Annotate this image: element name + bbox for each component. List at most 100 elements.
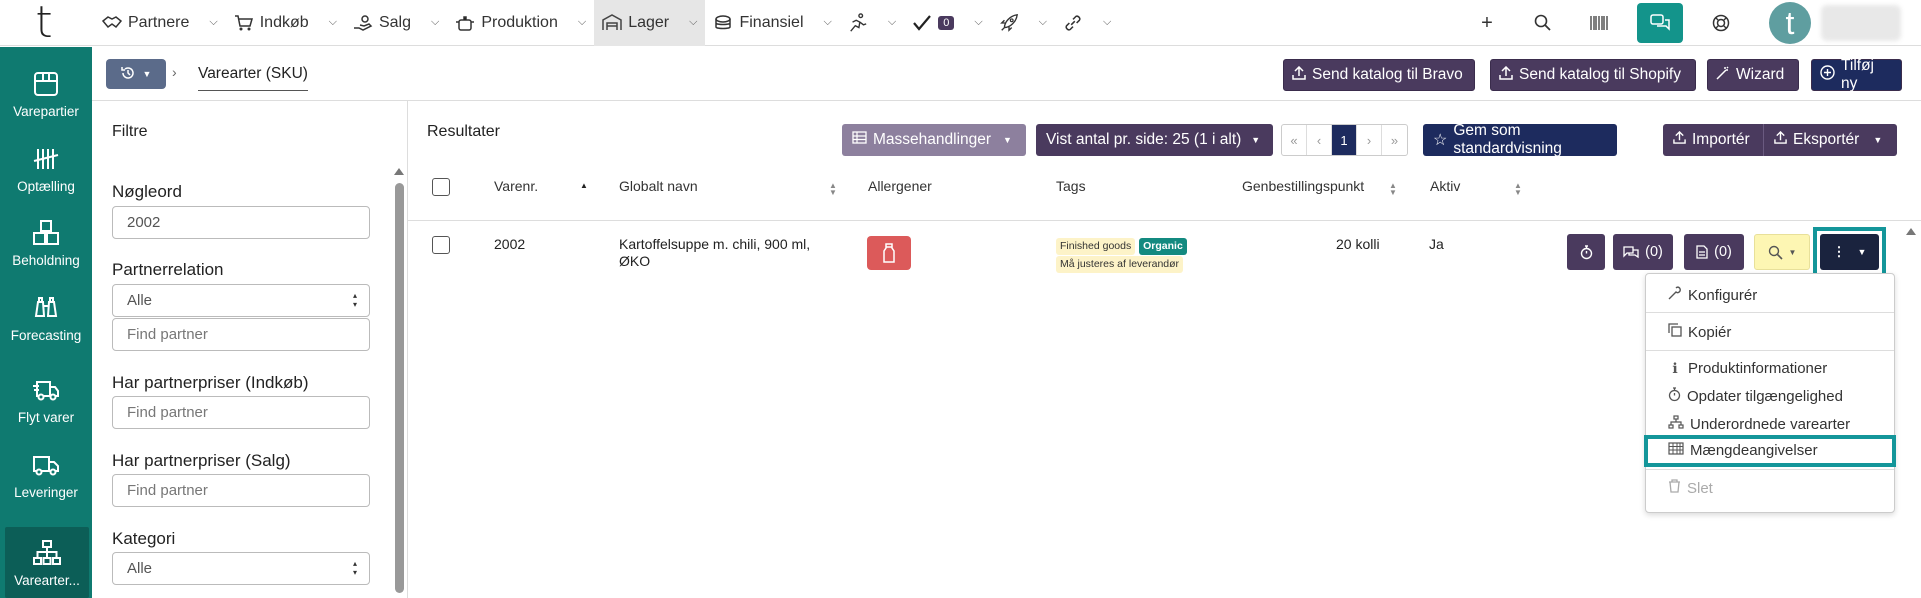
pager-prev[interactable]: ‹ bbox=[1307, 125, 1332, 155]
nav-finansiel[interactable]: Finansiel ⌵ bbox=[705, 0, 839, 46]
bulk-actions-button[interactable]: Massehandlinger ▼ bbox=[842, 124, 1026, 156]
pager-next[interactable]: › bbox=[1357, 125, 1382, 155]
lookup-button[interactable]: ▼ bbox=[1754, 234, 1810, 270]
add-icon[interactable]: + bbox=[1459, 0, 1515, 46]
sort-icon[interactable]: ▲ ▼ bbox=[1389, 182, 1397, 197]
per-page-dropdown[interactable]: Vist antal pr. side: 25 (1 i alt) ▼ bbox=[1036, 124, 1273, 156]
nav-partnere[interactable]: Partnere ⌵ bbox=[88, 0, 226, 46]
documents-button[interactable]: (0) bbox=[1684, 234, 1744, 270]
add-new-button[interactable]: Tilføj ny bbox=[1811, 57, 1902, 92]
row-name-line2: ØKO bbox=[619, 253, 651, 269]
app-logo[interactable]: t bbox=[0, 0, 88, 46]
menu-item-delete[interactable]: Slet bbox=[1668, 479, 1713, 497]
upload-icon bbox=[1292, 65, 1306, 85]
user-name[interactable] bbox=[1821, 5, 1901, 41]
barcode-icon[interactable] bbox=[1571, 0, 1627, 46]
milk-bottle-icon bbox=[883, 243, 895, 263]
purchase-prices-find-input[interactable]: Find partner bbox=[112, 396, 370, 429]
pager-first[interactable]: « bbox=[1282, 125, 1307, 155]
chevron-down-icon[interactable]: ⌵ bbox=[209, 16, 217, 29]
wizard-button[interactable]: Wizard bbox=[1707, 59, 1799, 91]
send-catalog-bravo-button[interactable]: Send katalog til Bravo bbox=[1283, 59, 1475, 91]
history-button[interactable]: ▼ bbox=[106, 59, 166, 89]
nav-salg[interactable]: Salg ⌵ bbox=[345, 0, 447, 46]
send-catalog-shopify-button[interactable]: Send katalog til Shopify bbox=[1490, 59, 1696, 91]
caret-down-icon: ▼ bbox=[142, 69, 152, 79]
availability-button[interactable] bbox=[1567, 234, 1605, 270]
column-header-active[interactable]: Aktiv bbox=[1430, 178, 1460, 194]
sort-icon[interactable]: ▲ ▼ bbox=[1514, 182, 1522, 197]
nav-links[interactable]: ⌵ bbox=[1055, 0, 1119, 46]
scroll-up-arrow-icon[interactable] bbox=[394, 168, 404, 175]
nav-tasks[interactable]: 0 ⌵ bbox=[904, 0, 990, 46]
sitemap-icon bbox=[1668, 415, 1684, 433]
pager-last[interactable]: » bbox=[1382, 125, 1407, 155]
tally-icon bbox=[33, 149, 59, 169]
chevron-down-icon[interactable]: ⌵ bbox=[824, 16, 832, 29]
comments-button[interactable]: (0) bbox=[1613, 234, 1673, 270]
menu-divider bbox=[1646, 350, 1894, 351]
sidebar-item-label: Varepartier bbox=[13, 104, 79, 119]
row-checkbox[interactable] bbox=[432, 236, 450, 254]
import-button[interactable]: Importér bbox=[1663, 124, 1764, 156]
category-select[interactable]: Alle bbox=[112, 552, 370, 585]
caret-down-icon: ▼ bbox=[1251, 135, 1261, 145]
sidebar-item-label: Leveringer bbox=[14, 485, 78, 500]
select-all-checkbox[interactable] bbox=[432, 178, 450, 196]
sidebar-item-varearter[interactable]: Varearter... bbox=[5, 527, 89, 598]
menu-divider bbox=[1646, 469, 1894, 470]
search-icon[interactable] bbox=[1515, 0, 1571, 46]
menu-item-sub-sku[interactable]: Underordnede varearter bbox=[1668, 415, 1850, 433]
sales-prices-find-input[interactable]: Find partner bbox=[112, 474, 370, 507]
sort-icon[interactable]: ▲ ▼ bbox=[829, 182, 837, 197]
chevron-down-icon[interactable]: ⌵ bbox=[1039, 16, 1047, 29]
avatar[interactable]: t bbox=[1769, 2, 1811, 44]
sidebar-item-forecasting[interactable]: Forecasting bbox=[0, 294, 92, 343]
column-header-varenr[interactable]: Varenr. bbox=[494, 178, 538, 194]
scroll-up-arrow-icon[interactable] bbox=[1906, 228, 1916, 235]
partner-relation-select[interactable]: Alle bbox=[112, 284, 370, 317]
stopwatch-icon bbox=[1668, 387, 1681, 406]
export-button[interactable]: Eksportér ▼ bbox=[1764, 124, 1897, 156]
nav-indkob[interactable]: Indkøb ⌵ bbox=[226, 0, 345, 46]
sitemap-icon bbox=[33, 540, 61, 565]
nav-launch[interactable]: ⌵ bbox=[991, 0, 1055, 46]
column-header-reorder[interactable]: Genbestillingspunkt bbox=[1242, 178, 1364, 194]
filter-panel: Filtre Nøgleord 2002 Partnerrelation All… bbox=[92, 101, 408, 598]
keyword-input[interactable]: 2002 bbox=[112, 206, 370, 239]
scrollbar-thumb[interactable] bbox=[395, 183, 404, 593]
chevron-down-icon[interactable]: ⌵ bbox=[974, 16, 982, 29]
nav-produktion[interactable]: Produktion ⌵ bbox=[447, 0, 594, 46]
chevron-down-icon[interactable]: ⌵ bbox=[329, 16, 337, 29]
sidebar-item-optaelling[interactable]: Optælling bbox=[0, 145, 92, 194]
save-default-view-button[interactable]: ☆ Gem som standardvisning bbox=[1423, 122, 1617, 157]
chevron-down-icon[interactable]: ⌵ bbox=[578, 16, 586, 29]
sidebar-item-flyt-varer[interactable]: Flyt varer bbox=[0, 376, 92, 425]
chat-icon[interactable] bbox=[1637, 3, 1683, 43]
menu-item-label: Konfigurér bbox=[1688, 286, 1758, 304]
menu-item-copy[interactable]: Kopiér bbox=[1668, 323, 1731, 341]
truck-icon bbox=[33, 456, 59, 476]
breadcrumb[interactable]: Varearter (SKU) bbox=[198, 59, 308, 91]
chevron-down-icon[interactable]: ⌵ bbox=[431, 16, 439, 29]
menu-item-configure[interactable]: Konfigurér bbox=[1668, 286, 1757, 304]
chevron-down-icon[interactable]: ⌵ bbox=[888, 16, 896, 29]
pager-current[interactable]: 1 bbox=[1332, 125, 1357, 155]
column-header-name[interactable]: Globalt navn bbox=[619, 178, 698, 194]
filter-scrollbar[interactable] bbox=[394, 160, 404, 597]
help-lifebuoy-icon[interactable] bbox=[1693, 0, 1749, 46]
partner-relation-find-input[interactable]: Find partner bbox=[112, 318, 370, 351]
menu-item-product-info[interactable]: ℹ Produktinformationer bbox=[1668, 360, 1827, 377]
sidebar-item-beholdning[interactable]: Beholdning bbox=[0, 219, 92, 268]
nav-lager[interactable]: Lager ⌵ bbox=[594, 0, 706, 46]
trash-icon bbox=[1668, 479, 1681, 497]
sidebar-item-varepartier[interactable]: Varepartier bbox=[0, 70, 92, 119]
menu-item-update-availability[interactable]: Opdater tilgængelighed bbox=[1668, 387, 1843, 406]
row-reorder-point: 20 kolli bbox=[1336, 236, 1380, 252]
chevron-down-icon[interactable]: ⌵ bbox=[1103, 16, 1111, 29]
sort-asc-icon[interactable]: ▲ bbox=[580, 182, 588, 190]
sidebar-item-leveringer[interactable]: Leveringer bbox=[0, 451, 92, 500]
nav-activity[interactable]: ⌵ bbox=[840, 0, 904, 46]
nav-salg-label: Salg bbox=[378, 13, 412, 31]
chevron-down-icon[interactable]: ⌵ bbox=[689, 16, 697, 29]
